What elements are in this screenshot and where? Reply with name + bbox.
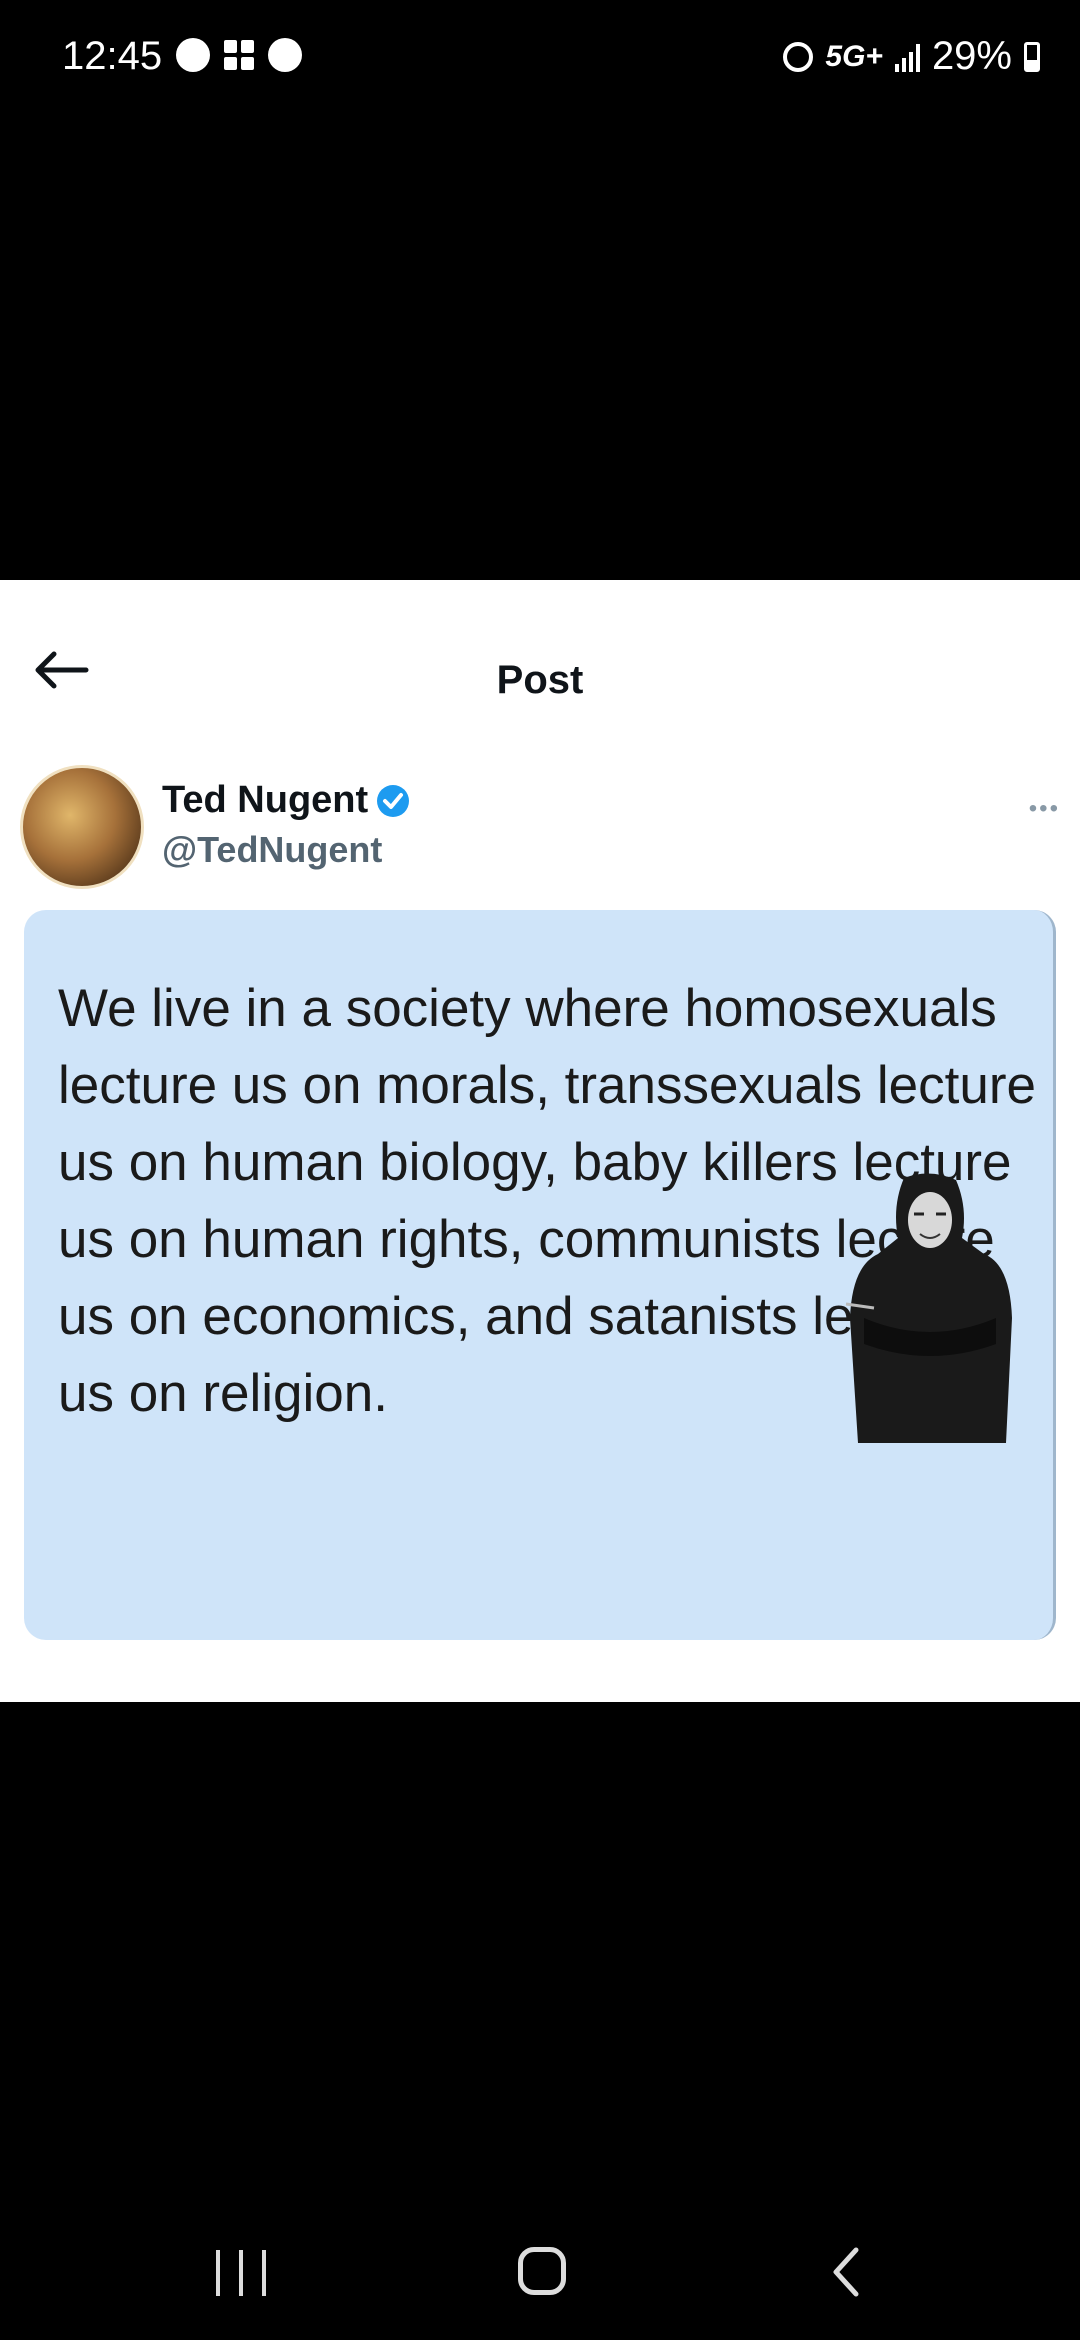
post-header: Post <box>0 580 1080 702</box>
nav-back-button[interactable] <box>826 2244 868 2300</box>
game-icon <box>268 38 302 72</box>
status-time: 12:45 <box>62 34 163 78</box>
alarm-icon <box>783 41 814 72</box>
recent-apps-button[interactable] <box>216 2250 266 2300</box>
system-nav-bar <box>0 2220 1080 2340</box>
page-title: Post <box>496 658 584 702</box>
author-name-row[interactable]: Ted Nugent <box>162 779 410 822</box>
author-row: Ted Nugent @TedNugent ••• <box>20 765 1060 895</box>
avatar[interactable] <box>20 765 144 889</box>
network-label: 5G+ <box>825 39 883 73</box>
author-handle[interactable]: @TedNugent <box>162 829 382 871</box>
post-screenshot: Post Ted Nugent @TedNugent ••• We live i… <box>0 580 1080 1702</box>
battery-icon <box>1024 41 1040 72</box>
author-name: Ted Nugent <box>162 779 369 821</box>
notification-icons <box>176 38 302 72</box>
more-options-icon[interactable]: ••• <box>1029 795 1060 823</box>
system-icons: 5G+ 29% <box>783 34 1040 79</box>
status-bar: 12:45 5G+ 29% <box>0 0 1080 110</box>
home-button[interactable] <box>518 2247 566 2295</box>
verified-badge-icon <box>377 784 410 817</box>
hooded-figure-image <box>845 1173 1012 1443</box>
battery-percent: 29% <box>931 34 1012 78</box>
messenger-icon <box>176 38 210 72</box>
app-grid-icon <box>224 40 254 70</box>
signal-icon <box>894 42 920 72</box>
